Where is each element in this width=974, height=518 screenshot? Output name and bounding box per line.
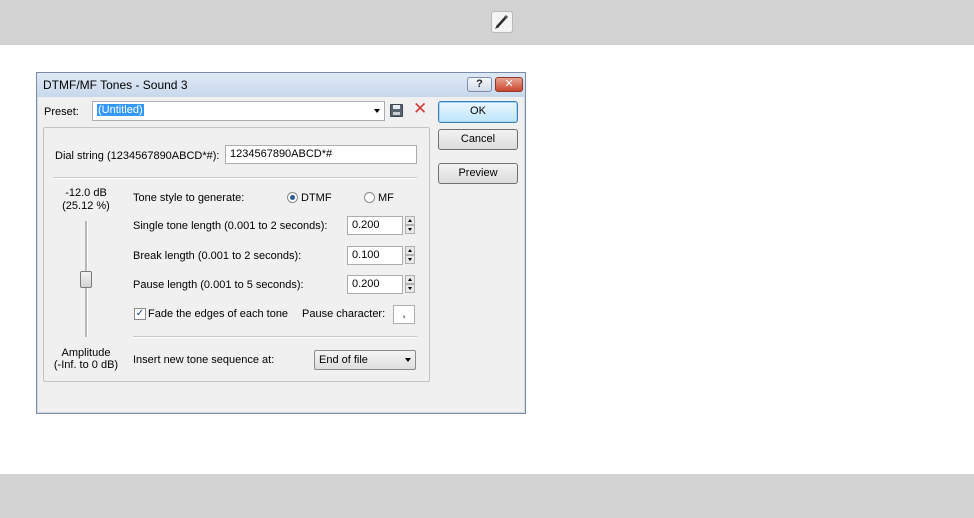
pause-length-input[interactable]: 0.200 — [347, 275, 403, 294]
amplitude-db: -12.0 dB — [65, 187, 107, 199]
break-length-input[interactable]: 0.100 — [347, 246, 403, 265]
close-button[interactable]: ✕ — [495, 77, 523, 92]
fade-edges-label[interactable]: Fade the edges of each tone — [148, 308, 288, 320]
pencil-edit-button[interactable] — [491, 11, 513, 33]
pause-length-label: Pause length (0.001 to 5 seconds): — [133, 279, 304, 291]
amplitude-range: (-Inf. to 0 dB) — [53, 359, 119, 371]
save-icon[interactable] — [390, 104, 403, 117]
dialog-title: DTMF/MF Tones - Sound 3 — [43, 78, 188, 92]
dtmf-radio-label[interactable]: DTMF — [301, 192, 332, 204]
pencil-edit-icon — [495, 14, 509, 29]
dtmf-radio[interactable] — [287, 192, 298, 203]
chevron-down-icon — [405, 358, 411, 362]
insert-at-select[interactable]: End of file — [314, 350, 416, 370]
mf-radio[interactable] — [364, 192, 375, 203]
top-toolbar — [0, 0, 974, 45]
single-tone-length-label: Single tone length (0.001 to 2 seconds): — [133, 220, 328, 232]
amplitude-percent: (25.12 %) — [62, 200, 110, 212]
dial-string-label: Dial string (1234567890ABCD*#): — [55, 150, 220, 162]
dial-string-input[interactable]: 1234567890ABCD*# — [225, 145, 417, 164]
mf-radio-label[interactable]: MF — [378, 192, 394, 204]
bottom-bar — [0, 474, 974, 518]
preset-label: Preset: — [44, 106, 79, 118]
amplitude-slider-thumb[interactable] — [80, 271, 92, 288]
single-tone-length-input[interactable]: 0.200 — [347, 216, 403, 235]
pause-character-label: Pause character: — [302, 308, 386, 320]
tone-style-label: Tone style to generate: — [133, 192, 245, 204]
break-length-label: Break length (0.001 to 2 seconds): — [133, 250, 302, 262]
dtmf-dialog: DTMF/MF Tones - Sound 3 ? ✕ Preset: (Unt… — [36, 72, 526, 414]
preset-value: (Untitled) — [97, 104, 144, 116]
pause-character-input[interactable]: , — [393, 305, 415, 324]
preset-combo[interactable]: (Untitled) — [92, 101, 385, 121]
cancel-button[interactable]: Cancel — [438, 129, 518, 150]
divider — [133, 336, 417, 338]
single-tone-length-spinner[interactable] — [405, 216, 415, 234]
chevron-down-icon — [374, 109, 380, 113]
dialog-titlebar: DTMF/MF Tones - Sound 3 ? ✕ — [37, 73, 525, 97]
pause-length-spinner[interactable] — [405, 275, 415, 293]
ok-button[interactable]: OK — [438, 101, 518, 123]
help-button[interactable]: ? — [467, 77, 492, 92]
insert-at-label: Insert new tone sequence at: — [133, 354, 275, 366]
divider — [53, 177, 417, 179]
break-length-spinner[interactable] — [405, 246, 415, 264]
insert-at-value: End of file — [319, 354, 368, 366]
preview-button[interactable]: Preview — [438, 163, 518, 184]
delete-icon[interactable]: ✕ — [413, 100, 427, 118]
amplitude-label: Amplitude — [61, 347, 111, 359]
fade-edges-checkbox[interactable]: ✓ — [134, 308, 146, 320]
